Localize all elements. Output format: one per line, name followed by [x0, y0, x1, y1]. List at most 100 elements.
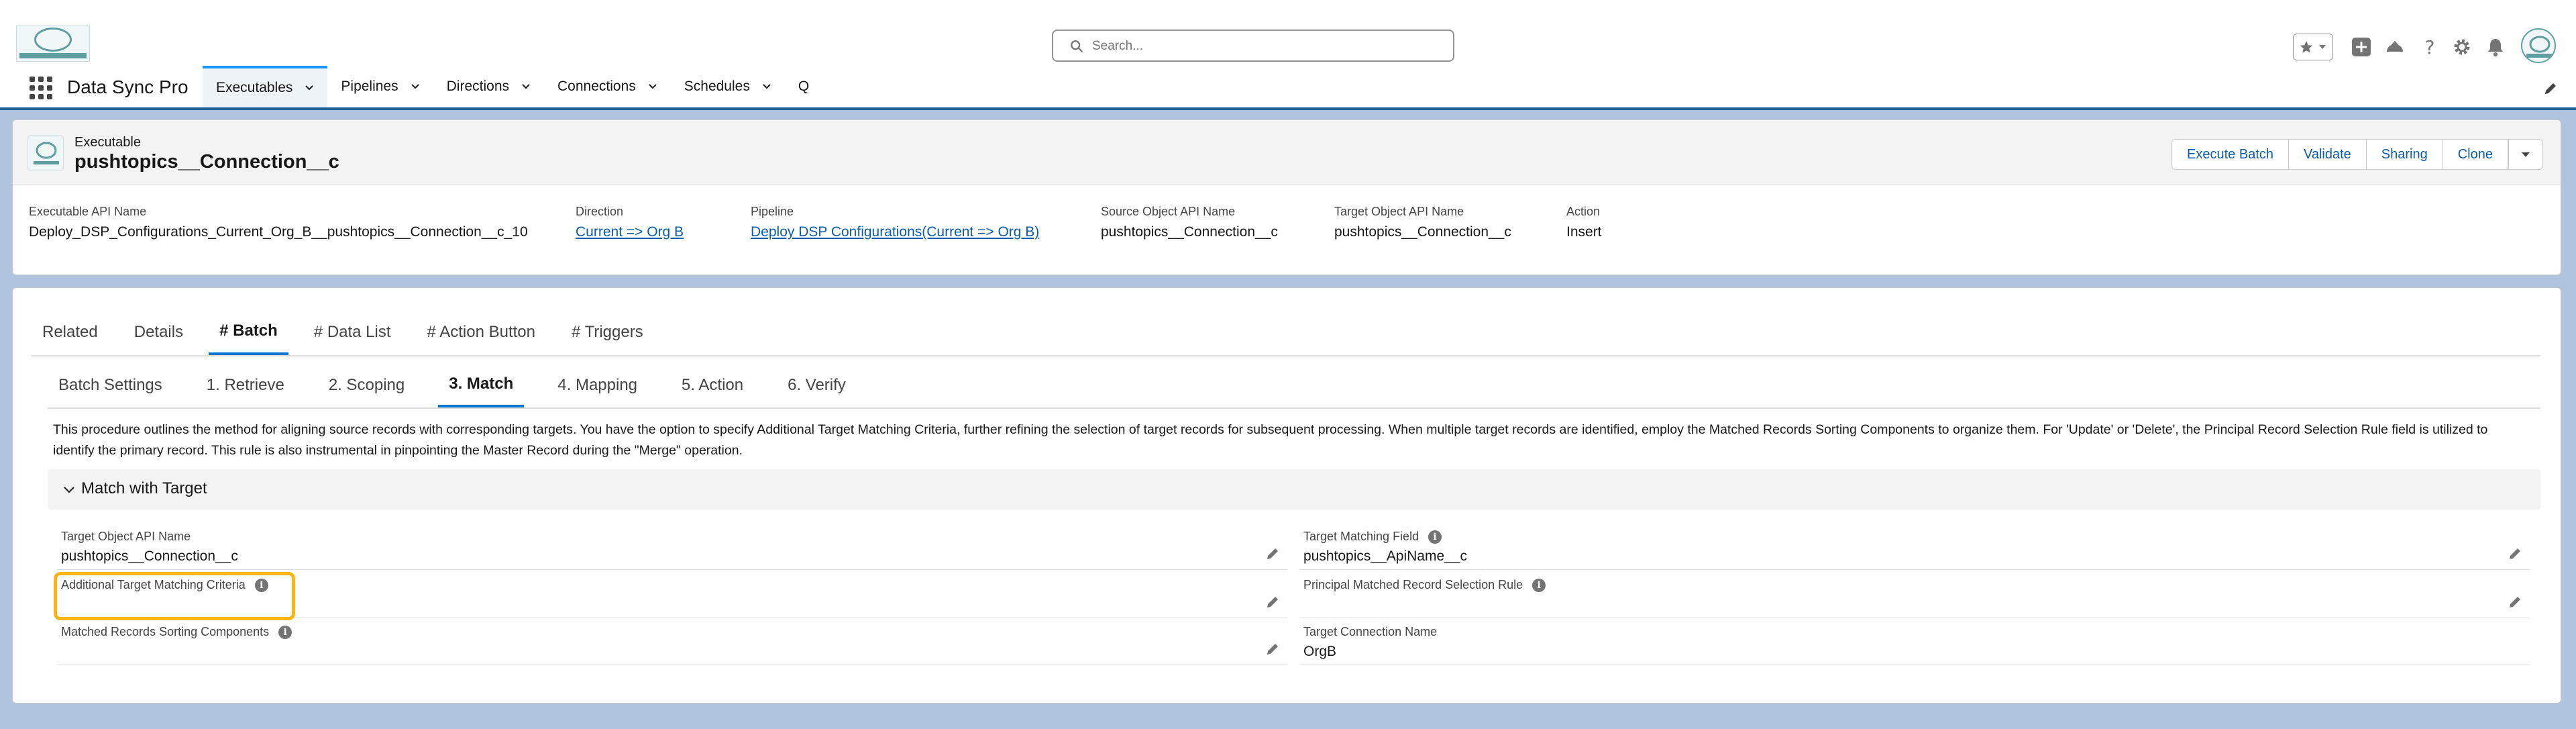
chevron-down-icon: [64, 487, 74, 493]
record-detail-card: Related Details # Batch # Data List # Ac…: [12, 287, 2561, 703]
subtab-mapping[interactable]: 4. Mapping: [547, 363, 648, 407]
app-launcher-icon[interactable]: [30, 77, 52, 99]
nav-item-label: Schedules: [684, 79, 750, 94]
tab-batch[interactable]: # Batch: [209, 309, 288, 355]
field-label: Matched Records Sorting Components i: [61, 625, 292, 639]
field-value: pushtopics__Connection__c: [1101, 224, 1278, 240]
tab-data-list[interactable]: # Data List: [303, 309, 402, 355]
svg-text:?: ?: [2425, 37, 2435, 57]
clone-button[interactable]: Clone: [2443, 139, 2508, 170]
field-matched-records-sorting-components-row: Matched Records Sorting Components i: [57, 621, 1287, 665]
chevron-down-icon[interactable]: [411, 82, 420, 91]
subtab-match[interactable]: 3. Match: [438, 363, 525, 407]
subtab-scoping[interactable]: 2. Scoping: [318, 363, 415, 407]
field-label: Direction: [576, 205, 624, 218]
subtab-verify[interactable]: 6. Verify: [777, 363, 857, 407]
field-value: OrgB: [1303, 644, 1337, 659]
setup-gear-icon[interactable]: [2450, 34, 2474, 60]
notifications-bell-icon[interactable]: [2483, 34, 2508, 60]
add-icon[interactable]: [2349, 34, 2373, 60]
field-source-object-api-name: Source Object API Name pushtopics__Connec…: [1101, 205, 1278, 240]
chevron-down-icon[interactable]: [648, 82, 657, 91]
section-title: Match with Target: [81, 479, 207, 497]
favorites-menu-icon[interactable]: [2318, 42, 2327, 52]
edit-nav-pencil-icon[interactable]: [2542, 81, 2559, 97]
record-actions: Execute Batch Validate Sharing Clone: [2171, 139, 2543, 170]
nav-item-directions[interactable]: Directions: [433, 66, 544, 107]
help-icon[interactable]: ?: [2418, 34, 2442, 60]
chevron-down-icon[interactable]: [305, 83, 314, 93]
field-value: pushtopics__Connection__c: [61, 548, 238, 564]
subtab-batch-settings[interactable]: Batch Settings: [48, 363, 173, 407]
validate-button[interactable]: Validate: [2289, 139, 2367, 170]
trailhead-icon[interactable]: [2383, 34, 2407, 60]
field-principal-matched-record-selection-rule-row: Principal Matched Record Selection Rule i: [1299, 574, 2530, 618]
org-logo[interactable]: [16, 26, 90, 62]
nav-item-label: Connections: [557, 79, 636, 94]
field-label-text: Target Matching Field: [1303, 530, 1419, 543]
nav-item-label: Directions: [446, 79, 510, 94]
info-icon[interactable]: i: [1428, 530, 1442, 544]
edit-pencil-icon[interactable]: [1265, 641, 1281, 657]
highlight-annotation: [54, 572, 295, 620]
pipeline-link[interactable]: Deploy DSP Configurations(Current => Org…: [751, 224, 1039, 240]
chevron-down-icon[interactable]: [762, 82, 771, 91]
search-input[interactable]: [1092, 36, 1441, 56]
nav-item-q[interactable]: Q: [785, 66, 822, 107]
field-value: Insert: [1566, 224, 1602, 240]
edit-pencil-icon[interactable]: [1265, 546, 1281, 562]
nav-item-executables[interactable]: Executables: [203, 66, 328, 107]
field-value: Deploy_DSP_Configurations_Current_Org_B_…: [29, 224, 528, 240]
field-label: Target Object API Name: [61, 530, 191, 544]
subtab-retrieve[interactable]: 1. Retrieve: [196, 363, 295, 407]
tab-related[interactable]: Related: [32, 309, 109, 355]
field-direction: Direction Current => Org B: [576, 205, 684, 240]
field-target-object-api-name-row: Target Object API Name pushtopics__Conne…: [57, 526, 1287, 570]
tab-details[interactable]: Details: [123, 309, 194, 355]
edit-pencil-icon[interactable]: [1265, 594, 1281, 610]
nav-item-schedules[interactable]: Schedules: [671, 66, 785, 107]
edit-pencil-icon[interactable]: [2507, 546, 2523, 562]
chevron-down-icon: [2522, 152, 2530, 157]
chevron-down-icon[interactable]: [521, 82, 531, 91]
nav-item-pipelines[interactable]: Pipelines: [327, 66, 433, 107]
field-label: Target Matching Field i: [1303, 530, 1442, 544]
field-target-matching-field-row: Target Matching Field i pushtopics__ApiNa…: [1299, 526, 2530, 570]
direction-link[interactable]: Current => Org B: [576, 224, 684, 240]
favorites-star-icon: [2300, 40, 2313, 53]
favorites-button[interactable]: [2293, 34, 2333, 60]
subtab-action[interactable]: 5. Action: [671, 363, 754, 407]
match-with-target-section-header[interactable]: Match with Target: [48, 469, 2540, 509]
execute-batch-button[interactable]: Execute Batch: [2171, 139, 2289, 170]
app-navigation-bar: Data Sync Pro Executables Pipelines Dire…: [0, 66, 2576, 110]
tab-triggers[interactable]: # Triggers: [561, 309, 654, 355]
info-icon[interactable]: i: [278, 625, 292, 639]
global-header: ?: [0, 0, 2576, 66]
record-header: Executable pushtopics__Connection__c Exe…: [12, 119, 2561, 275]
nav-item-label: Pipelines: [341, 79, 398, 94]
tab-action-button[interactable]: # Action Button: [417, 309, 546, 355]
nav-item-label: Executables: [216, 80, 293, 95]
field-label: Target Object API Name: [1334, 205, 1464, 218]
global-search-box[interactable]: [1052, 30, 1454, 62]
match-description: This procedure outlines the method for a…: [53, 422, 2488, 458]
field-label: Action: [1566, 205, 1601, 218]
sharing-button[interactable]: Sharing: [2366, 139, 2443, 170]
info-icon[interactable]: i: [1532, 578, 1546, 592]
field-executable-api-name: Executable API Name Deploy_DSP_Configurat…: [29, 205, 528, 240]
record-title: pushtopics__Connection__c: [74, 151, 339, 173]
nav-item-connections[interactable]: Connections: [544, 66, 671, 107]
more-actions-button[interactable]: [2508, 139, 2543, 170]
batch-step-tabs: Batch Settings 1. Retrieve 2. Scoping 3.…: [48, 363, 2540, 409]
nav-item-label: Q: [798, 79, 810, 94]
search-icon: [1071, 40, 1083, 53]
avatar[interactable]: [2521, 28, 2556, 63]
field-label-text: Target Connection Name: [1303, 625, 1438, 638]
field-value: pushtopics__ApiName__c: [1303, 548, 1467, 564]
field-value: pushtopics__Connection__c: [1334, 224, 1511, 240]
object-type-label: Executable: [74, 135, 141, 150]
field-target-connection-name-row: Target Connection Name OrgB: [1299, 621, 2530, 665]
field-label-text: Principal Matched Record Selection Rule: [1303, 578, 1523, 591]
edit-pencil-icon[interactable]: [2507, 594, 2523, 610]
field-label: Principal Matched Record Selection Rule i: [1303, 578, 1546, 592]
